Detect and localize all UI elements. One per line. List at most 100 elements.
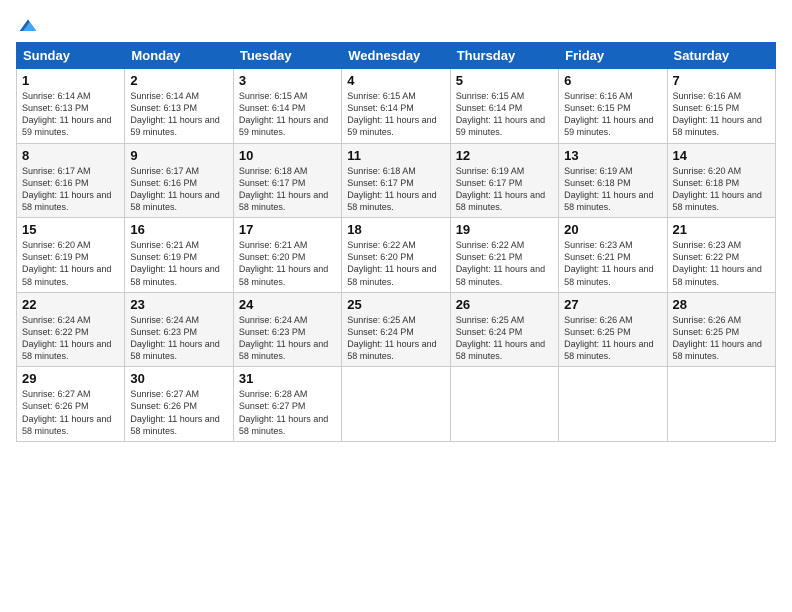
day-cell-23: 23Sunrise: 6:24 AMSunset: 6:23 PMDayligh…	[125, 292, 233, 367]
day-cell-11: 11 Sunrise: 6:18 AMSunset: 6:17 PMDayligh…	[342, 143, 450, 218]
day-number: 16	[130, 222, 227, 237]
day-number: 9	[130, 148, 227, 163]
day-info: Sunrise: 6:20 AMSunset: 6:18 PMDaylight:…	[673, 165, 770, 214]
day-cell-19: 19Sunrise: 6:22 AMSunset: 6:21 PMDayligh…	[450, 218, 558, 293]
day-number: 8	[22, 148, 119, 163]
day-cell-21: 21 Sunrise: 6:23 AMSunset: 6:22 PMDayligh…	[667, 218, 775, 293]
day-number: 18	[347, 222, 444, 237]
day-number: 6	[564, 73, 661, 88]
weekday-header-thursday: Thursday	[450, 43, 558, 69]
day-info: Sunrise: 6:17 AMSunset: 6:16 PMDaylight:…	[130, 165, 227, 214]
day-info: Sunrise: 6:23 AMSunset: 6:22 PMDaylight:…	[673, 239, 770, 288]
day-info: Sunrise: 6:24 AMSunset: 6:23 PMDaylight:…	[130, 314, 227, 363]
day-info: Sunrise: 6:22 AMSunset: 6:20 PMDaylight:…	[347, 239, 444, 288]
day-info: Sunrise: 6:27 AMSunset: 6:26 PMDaylight:…	[22, 388, 119, 437]
day-number: 13	[564, 148, 661, 163]
weekday-header-saturday: Saturday	[667, 43, 775, 69]
header	[16, 16, 776, 32]
day-number: 1	[22, 73, 119, 88]
day-info: Sunrise: 6:24 AMSunset: 6:23 PMDaylight:…	[239, 314, 336, 363]
day-number: 26	[456, 297, 553, 312]
day-info: Sunrise: 6:14 AMSunset: 6:13 PMDaylight:…	[130, 90, 227, 139]
day-cell-25: 25 Sunrise: 6:25 AMSunset: 6:24 PMDayligh…	[342, 292, 450, 367]
day-info: Sunrise: 6:22 AMSunset: 6:21 PMDaylight:…	[456, 239, 553, 288]
day-cell-24: 24 Sunrise: 6:24 AMSunset: 6:23 PMDayligh…	[233, 292, 341, 367]
day-number: 22	[22, 297, 119, 312]
weekday-header-friday: Friday	[559, 43, 667, 69]
day-info: Sunrise: 6:21 AMSunset: 6:20 PMDaylight:…	[239, 239, 336, 288]
empty-cell	[667, 367, 775, 442]
day-info: Sunrise: 6:16 AMSunset: 6:15 PMDaylight:…	[673, 90, 770, 139]
day-cell-22: 22 Sunrise: 6:24 AMSunset: 6:22 PMDayligh…	[17, 292, 125, 367]
day-cell-1: 1Sunrise: 6:14 AMSunset: 6:13 PMDaylight…	[17, 69, 125, 144]
day-number: 17	[239, 222, 336, 237]
day-number: 3	[239, 73, 336, 88]
day-cell-4: 4 Sunrise: 6:15 AMSunset: 6:14 PMDaylight…	[342, 69, 450, 144]
day-info: Sunrise: 6:23 AMSunset: 6:21 PMDaylight:…	[564, 239, 661, 288]
week-row-1: 1 Sunrise: 6:14 AMSunset: 6:13 PMDaylight…	[17, 69, 776, 144]
empty-cell	[450, 367, 558, 442]
day-cell-3: 3 Sunrise: 6:15 AMSunset: 6:14 PMDaylight…	[233, 69, 341, 144]
weekday-header-sunday: Sunday	[17, 43, 125, 69]
empty-cell	[559, 367, 667, 442]
weekday-header-row: SundayMondayTuesdayWednesdayThursdayFrid…	[17, 43, 776, 69]
day-cell-20: 20 Sunrise: 6:23 AMSunset: 6:21 PMDayligh…	[559, 218, 667, 293]
day-cell-27: 27 Sunrise: 6:26 AMSunset: 6:25 PMDayligh…	[559, 292, 667, 367]
day-cell-28: 28 Sunrise: 6:26 AMSunset: 6:25 PMDayligh…	[667, 292, 775, 367]
logo	[16, 16, 38, 32]
day-info: Sunrise: 6:15 AMSunset: 6:14 PMDaylight:…	[347, 90, 444, 139]
day-info: Sunrise: 6:18 AMSunset: 6:17 PMDaylight:…	[347, 165, 444, 214]
day-number: 21	[673, 222, 770, 237]
day-info: Sunrise: 6:16 AMSunset: 6:15 PMDaylight:…	[564, 90, 661, 139]
day-number: 27	[564, 297, 661, 312]
day-number: 4	[347, 73, 444, 88]
day-info: Sunrise: 6:15 AMSunset: 6:14 PMDaylight:…	[456, 90, 553, 139]
day-info: Sunrise: 6:26 AMSunset: 6:25 PMDaylight:…	[673, 314, 770, 363]
day-number: 10	[239, 148, 336, 163]
week-row-5: 29 Sunrise: 6:27 AMSunset: 6:26 PMDayligh…	[17, 367, 776, 442]
day-cell-26: 26 Sunrise: 6:25 AMSunset: 6:24 PMDayligh…	[450, 292, 558, 367]
week-row-4: 22 Sunrise: 6:24 AMSunset: 6:22 PMDayligh…	[17, 292, 776, 367]
day-cell-14: 14 Sunrise: 6:20 AMSunset: 6:18 PMDayligh…	[667, 143, 775, 218]
day-number: 5	[456, 73, 553, 88]
day-cell-8: 8 Sunrise: 6:17 AMSunset: 6:16 PMDaylight…	[17, 143, 125, 218]
day-info: Sunrise: 6:15 AMSunset: 6:14 PMDaylight:…	[239, 90, 336, 139]
day-number: 29	[22, 371, 119, 386]
day-info: Sunrise: 6:21 AMSunset: 6:19 PMDaylight:…	[130, 239, 227, 288]
day-cell-2: 2Sunrise: 6:14 AMSunset: 6:13 PMDaylight…	[125, 69, 233, 144]
day-number: 28	[673, 297, 770, 312]
empty-cell	[342, 367, 450, 442]
day-info: Sunrise: 6:26 AMSunset: 6:25 PMDaylight:…	[564, 314, 661, 363]
day-number: 30	[130, 371, 227, 386]
day-number: 12	[456, 148, 553, 163]
day-cell-15: 15Sunrise: 6:20 AMSunset: 6:19 PMDayligh…	[17, 218, 125, 293]
day-number: 20	[564, 222, 661, 237]
day-cell-7: 7Sunrise: 6:16 AMSunset: 6:15 PMDaylight…	[667, 69, 775, 144]
day-info: Sunrise: 6:25 AMSunset: 6:24 PMDaylight:…	[347, 314, 444, 363]
day-cell-18: 18 Sunrise: 6:22 AMSunset: 6:20 PMDayligh…	[342, 218, 450, 293]
day-number: 11	[347, 148, 444, 163]
day-cell-29: 29 Sunrise: 6:27 AMSunset: 6:26 PMDayligh…	[17, 367, 125, 442]
day-cell-16: 16 Sunrise: 6:21 AMSunset: 6:19 PMDayligh…	[125, 218, 233, 293]
day-number: 14	[673, 148, 770, 163]
day-cell-13: 13 Sunrise: 6:19 AMSunset: 6:18 PMDayligh…	[559, 143, 667, 218]
day-cell-31: 31Sunrise: 6:28 AMSunset: 6:27 PMDayligh…	[233, 367, 341, 442]
page: SundayMondayTuesdayWednesdayThursdayFrid…	[0, 0, 792, 612]
logo-text	[16, 16, 38, 36]
day-info: Sunrise: 6:18 AMSunset: 6:17 PMDaylight:…	[239, 165, 336, 214]
day-info: Sunrise: 6:17 AMSunset: 6:16 PMDaylight:…	[22, 165, 119, 214]
day-number: 25	[347, 297, 444, 312]
day-cell-6: 6 Sunrise: 6:16 AMSunset: 6:15 PMDaylight…	[559, 69, 667, 144]
day-info: Sunrise: 6:19 AMSunset: 6:17 PMDaylight:…	[456, 165, 553, 214]
day-info: Sunrise: 6:19 AMSunset: 6:18 PMDaylight:…	[564, 165, 661, 214]
day-cell-9: 9 Sunrise: 6:17 AMSunset: 6:16 PMDaylight…	[125, 143, 233, 218]
weekday-header-wednesday: Wednesday	[342, 43, 450, 69]
day-cell-5: 5 Sunrise: 6:15 AMSunset: 6:14 PMDaylight…	[450, 69, 558, 144]
day-number: 15	[22, 222, 119, 237]
calendar-table: SundayMondayTuesdayWednesdayThursdayFrid…	[16, 42, 776, 442]
day-number: 24	[239, 297, 336, 312]
day-info: Sunrise: 6:25 AMSunset: 6:24 PMDaylight:…	[456, 314, 553, 363]
week-row-2: 8 Sunrise: 6:17 AMSunset: 6:16 PMDaylight…	[17, 143, 776, 218]
day-info: Sunrise: 6:24 AMSunset: 6:22 PMDaylight:…	[22, 314, 119, 363]
day-number: 31	[239, 371, 336, 386]
